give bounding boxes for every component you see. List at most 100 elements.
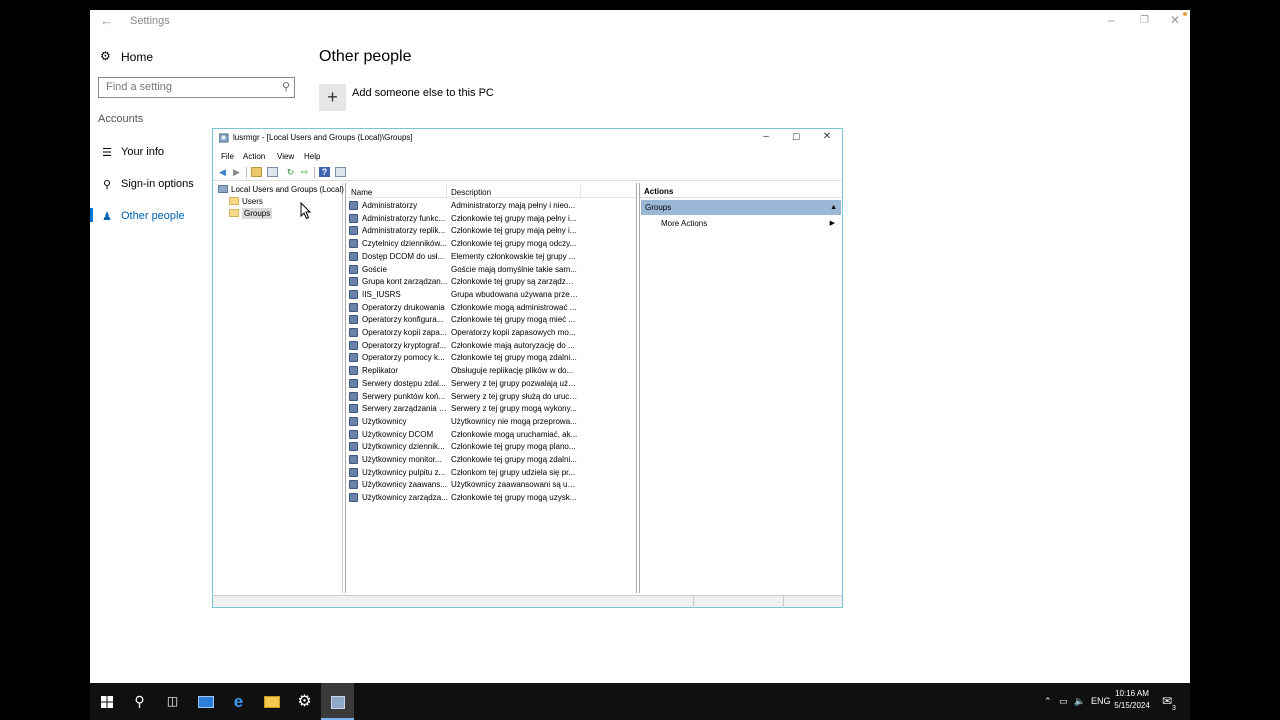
settings-gear-icon[interactable]: ⚙ <box>288 683 321 720</box>
group-description: Członkowie tej grupy są zarządzan... <box>451 277 578 287</box>
export-list-icon[interactable]: ⇨ <box>299 167 310 177</box>
battery-icon[interactable]: ▭ <box>1059 683 1068 720</box>
file-explorer-icon[interactable] <box>255 683 288 720</box>
home-label: Home <box>121 50 154 64</box>
start-button[interactable] <box>90 683 123 720</box>
menu-action[interactable]: Action <box>243 152 265 161</box>
status-divider <box>693 596 694 608</box>
folder-icon <box>229 197 239 205</box>
help-icon[interactable]: ? <box>319 167 330 177</box>
table-row[interactable]: Dostęp DCOM do usł... Elementy członkowsk… <box>348 251 636 263</box>
table-row[interactable]: Użytkownicy DCOM Członkowie mogą uruchami… <box>348 429 636 441</box>
actions-group-label: Groups <box>645 203 672 212</box>
add-user-label[interactable]: Add someone else to this PC <box>352 87 494 99</box>
search-icon[interactable]: ⚲ <box>123 683 156 720</box>
group-name: Administratorzy replik... <box>362 226 446 236</box>
toolbar-separator <box>314 167 315 178</box>
volume-muted-icon[interactable]: 🔈 <box>1074 683 1085 720</box>
clock-time: 10:16 AM <box>1115 689 1149 698</box>
internet-explorer-icon[interactable]: e <box>222 683 255 720</box>
table-row[interactable]: Administratorzy replik... Członkowie tej … <box>348 225 636 237</box>
add-user-button[interactable]: + <box>319 84 346 111</box>
forward-arrow-icon[interactable]: ▶ <box>231 167 242 177</box>
groups-list: Name Description Administratorzy Administ… <box>345 183 637 593</box>
find-setting-search[interactable]: Find a setting ⚲ <box>98 77 295 98</box>
table-row[interactable]: IIS_IUSRS Grupa wbudowana używana przez..… <box>348 289 636 301</box>
taskbar: ⚲ ◫ e ⚙ ⌃ ▭ 🔈 ENG 10:16 AM 5/15/2024 ✉ 3 <box>90 683 1190 720</box>
submenu-arrow-icon: ▶ <box>829 220 835 227</box>
table-row[interactable]: Użytkownicy zarządza... Członkowie tej gr… <box>348 492 636 504</box>
taskbar-clock[interactable]: 10:16 AM 5/15/2024 <box>1107 688 1157 712</box>
tree-item-label: Groups <box>242 208 273 219</box>
tree-root[interactable]: Local Users and Groups (Local) <box>218 185 344 194</box>
table-row[interactable]: Użytkownicy pulpitu z... Członkom tej gru… <box>348 467 636 479</box>
lusrmgr-taskbar-icon[interactable] <box>321 683 354 720</box>
group-icon <box>349 467 358 477</box>
table-row[interactable]: Serwery dostępu zdal... Serwery z tej gru… <box>348 378 636 390</box>
server-manager-icon[interactable] <box>189 683 222 720</box>
active-nav-indicator <box>90 208 93 222</box>
group-icon <box>349 353 358 363</box>
show-hide-tree-icon[interactable] <box>267 167 278 177</box>
table-row[interactable]: Replikator Obsługuje replikację plików w … <box>348 365 636 377</box>
table-row[interactable]: Goście Goście mają domyślnie takie sam... <box>348 264 636 276</box>
menu-help[interactable]: Help <box>304 152 320 161</box>
column-divider[interactable] <box>446 185 447 198</box>
up-folder-icon[interactable] <box>251 167 262 177</box>
settings-titlebar: ← Settings – ❐ ✕ <box>90 10 1190 32</box>
table-row[interactable]: Czytelnicy dzienników... Członkowie tej g… <box>348 238 636 250</box>
minimize-button[interactable]: – <box>1108 13 1115 27</box>
column-divider[interactable] <box>580 185 581 198</box>
group-description: Członkowie tej grupy mogą odczy... <box>451 239 577 249</box>
table-row[interactable]: Grupa kont zarządzan... Członkowie tej gr… <box>348 276 636 288</box>
maximize-button[interactable]: ☐ <box>789 132 803 143</box>
actions-group-groups[interactable]: Groups ▲ <box>641 200 841 215</box>
restore-button[interactable]: ❐ <box>1140 15 1149 26</box>
group-description: Członkowie tej grupy mogą mieć ... <box>451 315 576 325</box>
column-header-name[interactable]: Name <box>351 188 372 197</box>
collapse-triangle-icon[interactable]: ▲ <box>830 204 837 211</box>
show-hidden-icons-chevron-icon[interactable]: ⌃ <box>1044 683 1052 720</box>
column-header-description[interactable]: Description <box>451 188 491 197</box>
table-row[interactable]: Operatorzy pomocy k... Członkowie tej gru… <box>348 352 636 364</box>
table-row[interactable]: Operatorzy drukowania Członkowie mogą adm… <box>348 302 636 314</box>
refresh-icon[interactable]: ↻ <box>285 167 296 177</box>
menu-file[interactable]: File <box>221 152 234 161</box>
table-row[interactable]: Użytkownicy monitor... Członkowie tej gru… <box>348 454 636 466</box>
tree-item-groups[interactable]: Groups <box>229 208 273 219</box>
table-row[interactable]: Operatorzy kryptograf... Członkowie mają … <box>348 340 636 352</box>
minimize-button[interactable]: – <box>759 131 773 142</box>
group-name: Operatorzy kryptograf... <box>362 340 447 350</box>
group-description: Obsługuje replikację plików w do... <box>451 366 574 376</box>
list-header: Name Description <box>346 185 636 198</box>
tree-item-users[interactable]: Users <box>229 197 263 206</box>
table-row[interactable]: Użytkownicy dziennik... Członkowie tej gr… <box>348 441 636 453</box>
group-description: Członkowie mogą uruchamiać, ak... <box>451 429 578 439</box>
task-view-icon[interactable]: ◫ <box>156 683 189 720</box>
group-description: Użytkownicy zaawansowani są uw... <box>451 480 578 490</box>
windows-logo-icon <box>100 696 113 709</box>
action-center-icon[interactable]: ✉ <box>1162 683 1172 720</box>
back-arrow-icon[interactable]: ← <box>100 13 113 28</box>
group-description: Elementy członkowskie tej grupy ... <box>451 251 576 261</box>
table-row[interactable]: Administratorzy funkc... Członkowie tej g… <box>348 213 636 225</box>
table-row[interactable]: Serwery zarządzania R... Serwery z tej gr… <box>348 403 636 415</box>
group-name: Czytelnicy dzienników... <box>362 239 447 249</box>
table-row[interactable]: Operatorzy konfigura... Członkowie tej gr… <box>348 314 636 326</box>
show-hide-action-pane-icon[interactable] <box>335 167 346 177</box>
more-actions-item[interactable]: More Actions ▶ <box>661 219 837 228</box>
menu-view[interactable]: View <box>277 152 294 161</box>
close-button[interactable]: ✕ <box>820 131 834 142</box>
table-row[interactable]: Administratorzy Administratorzy mają pełn… <box>348 200 636 212</box>
back-arrow-icon[interactable]: ◀ <box>217 167 228 177</box>
table-row[interactable]: Operatorzy kopii zapa... Operatorzy kopii… <box>348 327 636 339</box>
group-name: Użytkownicy zarządza... <box>362 493 448 503</box>
group-name: IIS_IUSRS <box>362 289 401 299</box>
table-row[interactable]: Użytkownicy zaawans... Użytkownicy zaawan… <box>348 479 636 491</box>
group-description: Goście mają domyślnie takie sam... <box>451 264 577 274</box>
close-button[interactable]: ✕ <box>1170 13 1180 27</box>
group-name: Operatorzy pomocy k... <box>362 353 445 363</box>
table-row[interactable]: Serwery punktów koń... Serwery z tej grup… <box>348 391 636 403</box>
group-description: Użytkownicy nie mogą przeprowa... <box>451 416 577 426</box>
table-row[interactable]: Użytkownicy Użytkownicy nie mogą przeprow… <box>348 416 636 428</box>
